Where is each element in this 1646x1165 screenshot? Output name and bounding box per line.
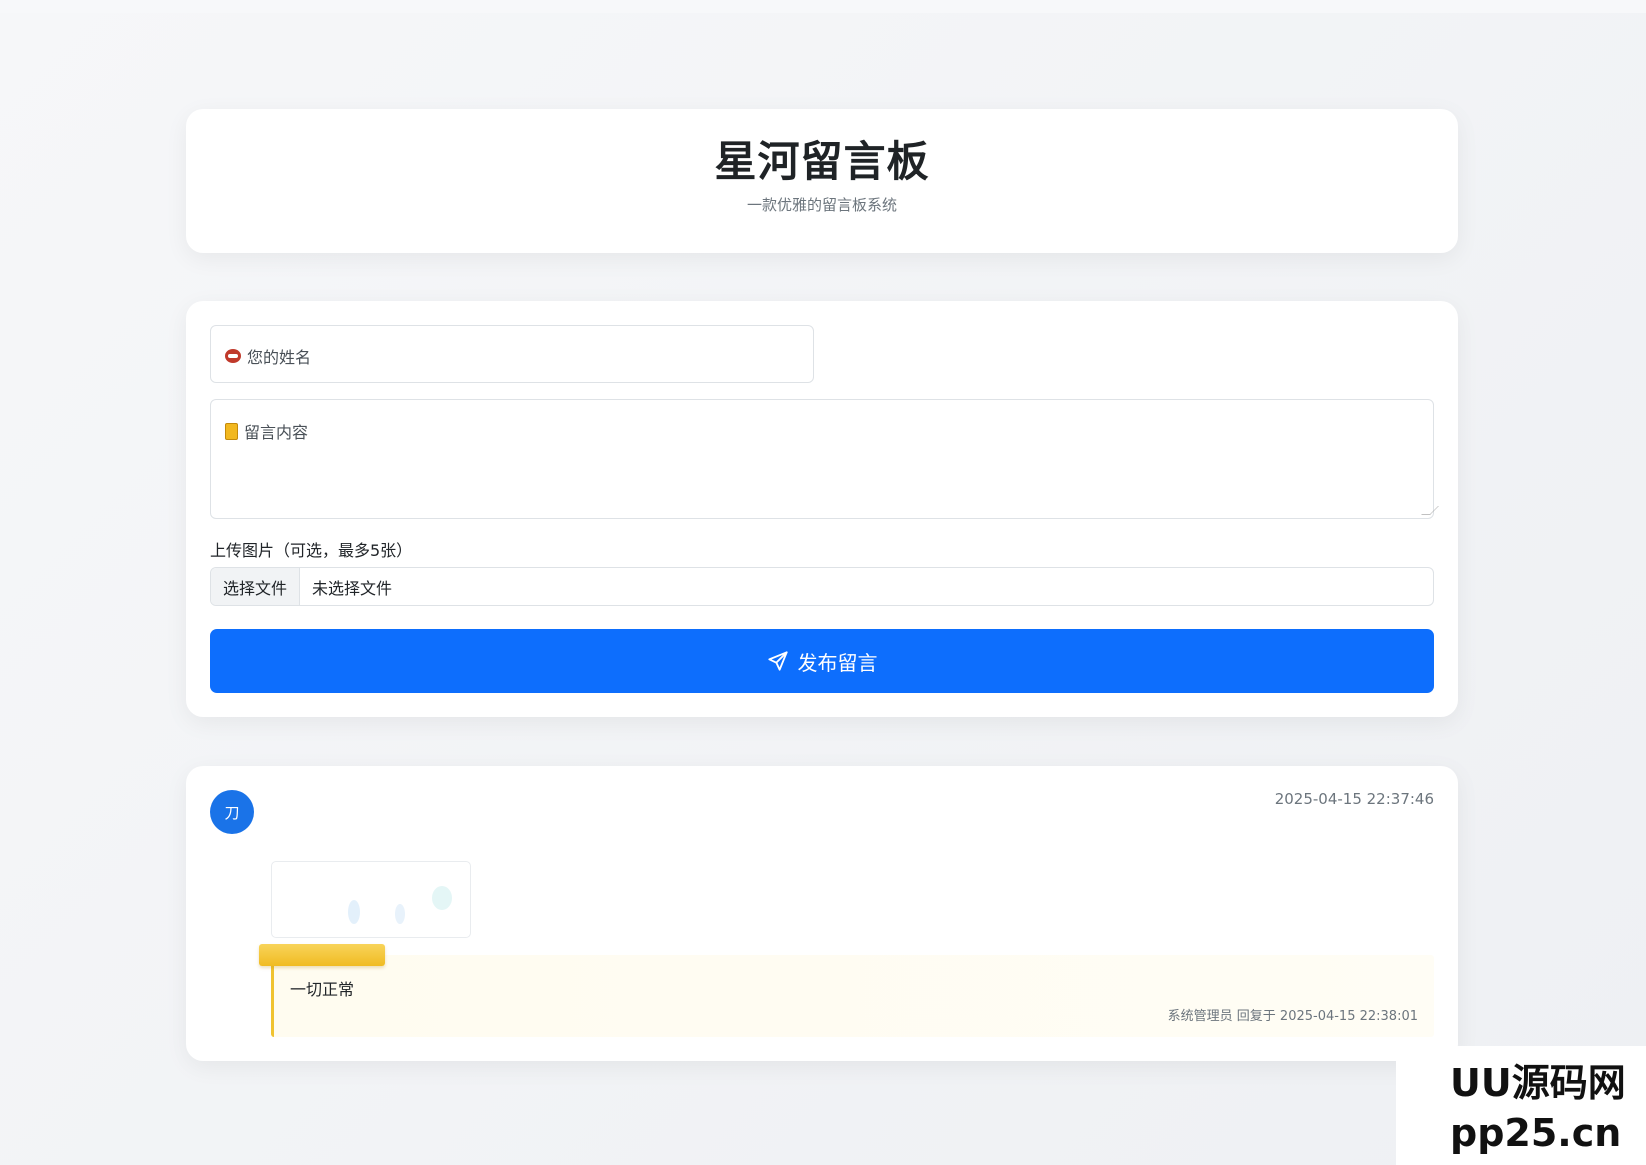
content-textarea[interactable]: 留言内容 (210, 399, 1439, 519)
site-watermark: UU源码网 pp25.cn (1396, 1046, 1646, 1165)
browser-top-strip (0, 0, 1646, 13)
message-item: 刀 2025-04-15 22:37:46 一切正常 系统管理员 回复于 202… (186, 766, 1458, 1061)
name-input[interactable]: 您的姓名 (210, 325, 814, 383)
avatar: 刀 (210, 790, 254, 834)
name-placeholder: 您的姓名 (225, 344, 311, 368)
choose-file-button[interactable]: 选择文件 (211, 568, 301, 605)
upload-label: 上传图片（可选，最多5张） (210, 541, 413, 560)
content-placeholder-text: 留言内容 (244, 423, 309, 442)
name-placeholder-text: 您的姓名 (247, 348, 312, 367)
message-form-card: 您的姓名 留言内容 上传图片（可选，最多5张） 选择文件 未选择文件 发布留言 (186, 301, 1458, 717)
file-input[interactable]: 选择文件 未选择文件 (210, 567, 1434, 606)
message-image-thumbnail[interactable] (271, 861, 471, 938)
submit-label: 发布留言 (797, 650, 878, 675)
content-placeholder: 留言内容 (225, 419, 308, 443)
header-card: 星河留言板 一款优雅的留言板系统 (186, 109, 1458, 253)
admin-reply: 一切正常 系统管理员 回复于 2025-04-15 22:38:01 (271, 955, 1434, 1037)
submit-button[interactable]: 发布留言 (210, 629, 1434, 693)
reply-meta: 系统管理员 回复于 2025-04-15 22:38:01 (1167, 1009, 1418, 1024)
reply-tab-decoration (259, 944, 385, 966)
watermark-line-2: pp25.cn (1450, 1111, 1622, 1155)
resize-handle-icon[interactable] (1421, 506, 1439, 515)
page-title: 星河留言板 (714, 137, 930, 186)
message-timestamp: 2025-04-15 22:37:46 (1274, 790, 1434, 808)
watermark-line-1: UU源码网 (1450, 1061, 1626, 1105)
page-subtitle: 一款优雅的留言板系统 (746, 196, 897, 214)
image-thumbnail-graphic (348, 886, 452, 924)
mouth-emoji-icon (225, 349, 241, 363)
reply-text: 一切正常 (290, 980, 355, 999)
notebook-emoji-icon (225, 422, 238, 440)
file-status-text: 未选择文件 (312, 578, 393, 598)
send-icon (767, 651, 788, 671)
